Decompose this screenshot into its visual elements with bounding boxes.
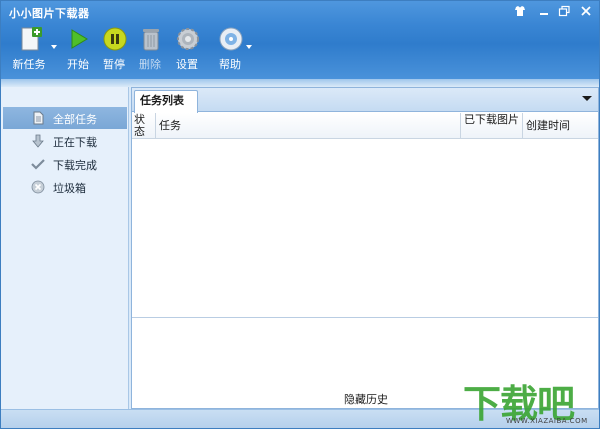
sidebar-item-downloading[interactable]: 正在下载 xyxy=(3,130,127,152)
gear-icon xyxy=(177,28,199,50)
help-label: 帮助 xyxy=(219,58,241,71)
watermark-url: WWW.XIAZAIBA.COM xyxy=(506,417,588,425)
sidebar-item-all-tasks[interactable]: 全部任务 xyxy=(3,107,127,129)
sidebar-item-label: 垃圾箱 xyxy=(53,182,86,195)
sidebar-item-label: 全部任务 xyxy=(53,113,97,126)
checkmark-icon xyxy=(31,159,45,170)
delete-button[interactable]: 删除 xyxy=(130,25,170,73)
tab-bar: 任务列表 xyxy=(132,88,598,113)
window-title: 小小图片下载器 xyxy=(9,7,90,20)
document-icon xyxy=(33,111,44,125)
delete-label: 删除 xyxy=(139,58,161,71)
column-header-created-time[interactable]: 创建时间 xyxy=(523,113,598,139)
tab-task-list[interactable]: 任务列表 xyxy=(134,90,198,113)
start-button[interactable]: 开始 xyxy=(58,25,98,73)
minimize-icon[interactable] xyxy=(537,4,551,18)
pause-icon xyxy=(103,27,127,51)
start-label: 开始 xyxy=(67,58,89,71)
new-task-label: 新任务 xyxy=(12,58,46,71)
column-header-task[interactable]: 任务 xyxy=(156,113,461,139)
play-icon xyxy=(71,29,88,49)
column-header-status[interactable]: 状态 xyxy=(132,113,156,139)
sidebar-item-trash[interactable]: 垃圾箱 xyxy=(3,176,127,198)
new-task-icon xyxy=(21,27,42,51)
shirt-icon[interactable] xyxy=(513,4,527,18)
sidebar-item-label: 正在下载 xyxy=(53,136,97,149)
new-task-dropdown-icon[interactable] xyxy=(51,45,57,49)
new-task-button[interactable]: 新任务 xyxy=(9,25,49,73)
task-table-body xyxy=(132,140,598,318)
help-button[interactable]: 帮助 xyxy=(210,25,250,73)
column-header-downloaded-images[interactable]: 已下载图片 xyxy=(461,113,523,139)
pause-button[interactable]: 暂停 xyxy=(94,25,134,73)
sidebar: 全部任务 正在下载 下载完成 垃圾箱 xyxy=(1,87,129,409)
tab-menu-dropdown-icon[interactable] xyxy=(582,96,592,101)
trash-can-icon xyxy=(143,29,159,51)
sidebar-item-label: 下载完成 xyxy=(53,159,97,172)
toolbar-divider xyxy=(1,79,599,87)
maximize-icon[interactable] xyxy=(557,4,571,18)
task-panel: 任务列表 状态 任务 已下载图片 创建时间 隐藏历史 xyxy=(131,87,599,409)
sidebar-item-completed[interactable]: 下载完成 xyxy=(3,153,127,175)
hide-history-button[interactable]: 隐藏历史 xyxy=(344,391,388,407)
help-disc-icon xyxy=(219,27,243,51)
table-header: 状态 任务 已下载图片 创建时间 xyxy=(132,113,598,139)
title-toolbar-area: 小小图片下载器 新任务 开始 暂停 删除 设置 帮助 xyxy=(1,1,599,79)
trash-icon xyxy=(31,180,45,194)
pause-label: 暂停 xyxy=(103,58,125,71)
app-window: 小小图片下载器 新任务 开始 暂停 删除 设置 帮助 全部任务 正在下载 下载完… xyxy=(0,0,600,429)
help-dropdown-icon[interactable] xyxy=(246,45,252,49)
close-icon[interactable] xyxy=(579,4,593,18)
settings-label: 设置 xyxy=(176,58,198,71)
download-arrow-icon xyxy=(32,134,44,148)
settings-button[interactable]: 设置 xyxy=(167,25,207,73)
